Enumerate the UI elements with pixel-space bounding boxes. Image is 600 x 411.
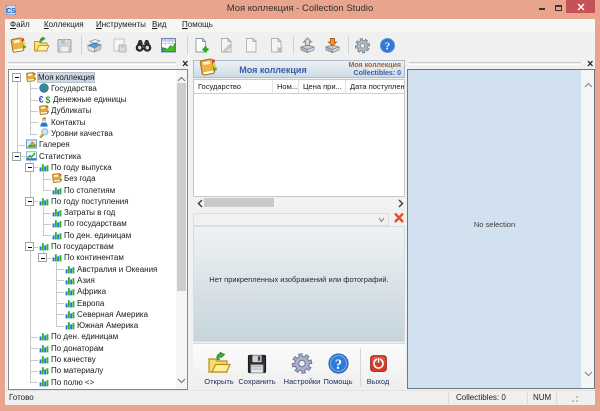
svg-text:?: ? xyxy=(385,40,391,52)
svg-text:€: € xyxy=(39,95,44,104)
svg-text:?: ? xyxy=(334,357,341,373)
svg-text:$: $ xyxy=(45,95,50,104)
